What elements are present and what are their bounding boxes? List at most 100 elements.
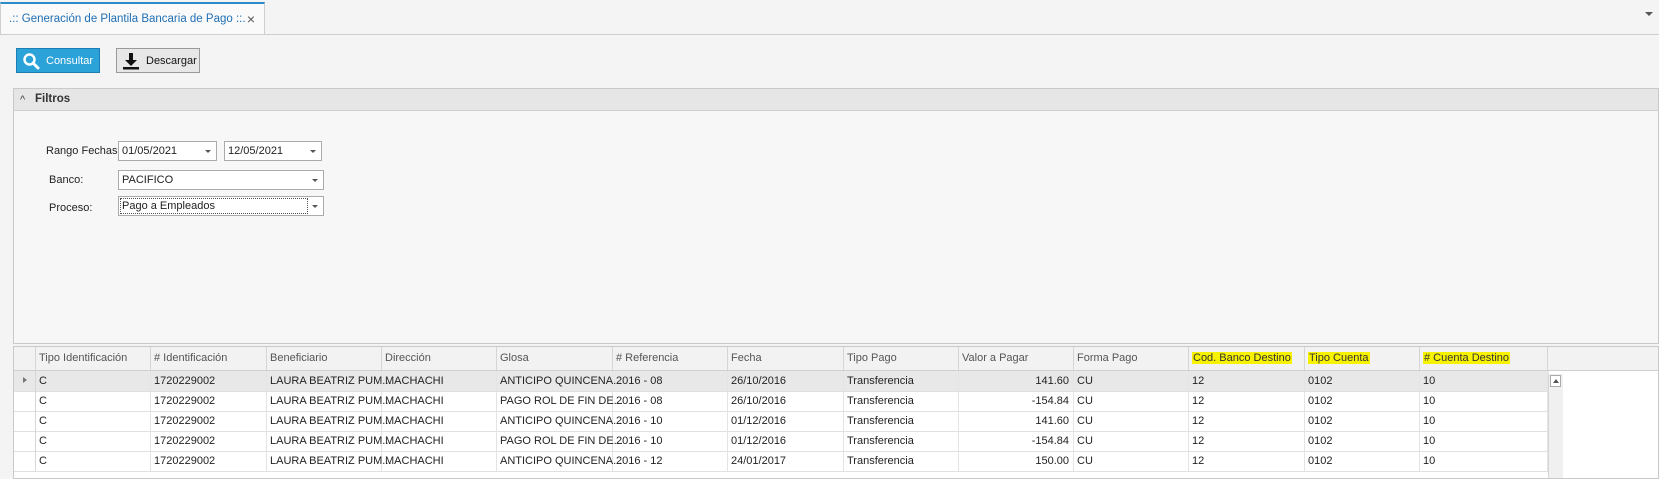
cell-direccion[interactable]: MACHACHI: [382, 391, 497, 411]
chevron-down-icon[interactable]: [312, 179, 318, 182]
row-indicator[interactable]: [14, 451, 36, 471]
cell-identificacion[interactable]: 1720229002: [151, 371, 267, 391]
table-row[interactable]: C 1720229002 LAURA BEATRIZ PUM... MACHACHI P…: [14, 431, 1549, 452]
table-row[interactable]: C 1720229002 LAURA BEATRIZ PUM... MACHACHI A…: [14, 451, 1549, 472]
cell-identificacion[interactable]: 1720229002: [151, 431, 267, 451]
fecha-hasta-input[interactable]: 12/05/2021: [224, 141, 322, 161]
cell-glosa[interactable]: PAGO ROL DE FIN DE...: [497, 391, 623, 411]
cell-cuenta-destino[interactable]: 10: [1420, 391, 1548, 411]
cell-beneficiario[interactable]: LAURA BEATRIZ PUM...: [267, 451, 391, 471]
row-indicator[interactable]: [14, 391, 36, 411]
column-header-tipo-pago[interactable]: Tipo Pago: [844, 347, 959, 370]
tab-generacion-plantilla[interactable]: .:: Generación de Plantila Bancaria de P…: [0, 2, 265, 34]
cell-tipo-identificacion[interactable]: C: [36, 451, 151, 471]
cell-tipo-identificacion[interactable]: C: [36, 391, 151, 411]
tab-menu-chevron-down-icon[interactable]: [1645, 12, 1653, 16]
cell-tipo-cuenta[interactable]: 0102: [1305, 391, 1420, 411]
cell-cod-banco-destino[interactable]: 12: [1189, 411, 1305, 431]
cell-direccion[interactable]: MACHACHI: [382, 451, 497, 471]
cell-valor-a-pagar[interactable]: 150.00: [959, 451, 1074, 471]
table-row[interactable]: C 1720229002 LAURA BEATRIZ PUM... MACHACHI A…: [14, 411, 1549, 432]
cell-tipo-identificacion[interactable]: C: [36, 371, 151, 391]
cell-cuenta-destino[interactable]: 10: [1420, 371, 1548, 391]
cell-forma-pago[interactable]: CU: [1074, 371, 1189, 391]
column-header-cuenta-destino[interactable]: # Cuenta Destino: [1420, 347, 1548, 370]
cell-cod-banco-destino[interactable]: 12: [1189, 431, 1305, 451]
cell-forma-pago[interactable]: CU: [1074, 391, 1189, 411]
column-header-fecha[interactable]: Fecha: [728, 347, 844, 370]
cell-beneficiario[interactable]: LAURA BEATRIZ PUM...: [267, 431, 391, 451]
column-header-tipo-identificacion[interactable]: Tipo Identificación: [36, 347, 151, 370]
cell-referencia[interactable]: 2016 - 10: [613, 411, 728, 431]
cell-fecha[interactable]: 01/12/2016: [728, 411, 844, 431]
table-row[interactable]: C 1720229002 LAURA BEATRIZ PUM... MACHACHI A…: [14, 371, 1549, 392]
column-header-direccion[interactable]: Dirección: [382, 347, 497, 370]
cell-tipo-identificacion[interactable]: C: [36, 431, 151, 451]
cell-beneficiario[interactable]: LAURA BEATRIZ PUM...: [267, 391, 391, 411]
row-indicator[interactable]: [14, 371, 36, 391]
cell-cuenta-destino[interactable]: 10: [1420, 451, 1548, 471]
column-header-glosa[interactable]: Glosa: [497, 347, 613, 370]
cell-tipo-identificacion[interactable]: C: [36, 411, 151, 431]
column-header-forma-pago[interactable]: Forma Pago: [1074, 347, 1189, 370]
column-header-cod-banco-destino[interactable]: Cod. Banco Destino: [1189, 347, 1305, 370]
cell-tipo-cuenta[interactable]: 0102: [1305, 371, 1420, 391]
cell-glosa[interactable]: ANTICIPO QUINCENA...: [497, 451, 622, 471]
cell-forma-pago[interactable]: CU: [1074, 451, 1189, 471]
table-row[interactable]: C 1720229002 LAURA BEATRIZ PUM... MACHACHI P…: [14, 391, 1549, 412]
cell-valor-a-pagar[interactable]: -154.84: [959, 431, 1074, 451]
close-icon[interactable]: ×: [247, 11, 255, 27]
cell-referencia[interactable]: 2016 - 12: [613, 451, 728, 471]
cell-tipo-pago[interactable]: Transferencia: [844, 431, 959, 451]
cell-glosa[interactable]: PAGO ROL DE FIN DE...: [497, 431, 623, 451]
cell-direccion[interactable]: MACHACHI: [382, 431, 497, 451]
consultar-button[interactable]: Consultar: [16, 48, 100, 73]
chevron-up-icon[interactable]: ^: [20, 94, 25, 106]
scroll-up-icon[interactable]: [1550, 375, 1561, 387]
cell-identificacion[interactable]: 1720229002: [151, 451, 267, 471]
cell-cod-banco-destino[interactable]: 12: [1189, 451, 1305, 471]
cell-identificacion[interactable]: 1720229002: [151, 411, 267, 431]
column-header-referencia[interactable]: # Referencia: [613, 347, 728, 370]
cell-cuenta-destino[interactable]: 10: [1420, 431, 1548, 451]
cell-valor-a-pagar[interactable]: 141.60: [959, 411, 1074, 431]
column-header-identificacion[interactable]: # Identificación: [151, 347, 267, 370]
vertical-scrollbar[interactable]: [1548, 374, 1563, 478]
cell-direccion[interactable]: MACHACHI: [382, 371, 497, 391]
cell-glosa[interactable]: ANTICIPO QUINCENA...: [497, 411, 622, 431]
cell-referencia[interactable]: 2016 - 08: [613, 391, 728, 411]
cell-tipo-cuenta[interactable]: 0102: [1305, 411, 1420, 431]
cell-cod-banco-destino[interactable]: 12: [1189, 391, 1305, 411]
cell-referencia[interactable]: 2016 - 08: [613, 371, 728, 391]
cell-glosa[interactable]: ANTICIPO QUINCENA...: [497, 371, 622, 391]
chevron-down-icon[interactable]: [310, 150, 316, 153]
column-header-beneficiario[interactable]: Beneficiario: [267, 347, 382, 370]
descargar-button[interactable]: Descargar: [116, 48, 200, 73]
cell-cod-banco-destino[interactable]: 12: [1189, 371, 1305, 391]
cell-tipo-pago[interactable]: Transferencia: [844, 371, 959, 391]
cell-tipo-cuenta[interactable]: 0102: [1305, 431, 1420, 451]
row-indicator[interactable]: [14, 431, 36, 451]
cell-valor-a-pagar[interactable]: -154.84: [959, 391, 1074, 411]
column-header-valor-a-pagar[interactable]: Valor a Pagar: [959, 347, 1074, 370]
cell-valor-a-pagar[interactable]: 141.60: [959, 371, 1074, 391]
row-indicator[interactable]: [14, 411, 36, 431]
cell-forma-pago[interactable]: CU: [1074, 431, 1189, 451]
chevron-down-icon[interactable]: [312, 205, 318, 208]
banco-select[interactable]: PACIFICO: [118, 170, 324, 190]
filters-header[interactable]: ^ Filtros: [14, 89, 1658, 111]
cell-fecha[interactable]: 26/10/2016: [728, 371, 844, 391]
cell-beneficiario[interactable]: LAURA BEATRIZ PUM...: [267, 371, 391, 391]
cell-identificacion[interactable]: 1720229002: [151, 391, 267, 411]
cell-fecha[interactable]: 24/01/2017: [728, 451, 844, 471]
cell-tipo-pago[interactable]: Transferencia: [844, 391, 959, 411]
proceso-select[interactable]: Pago a Empleados: [118, 196, 324, 216]
column-header-tipo-cuenta[interactable]: Tipo Cuenta: [1305, 347, 1420, 370]
cell-tipo-pago[interactable]: Transferencia: [844, 451, 959, 471]
cell-direccion[interactable]: MACHACHI: [382, 411, 497, 431]
cell-fecha[interactable]: 01/12/2016: [728, 431, 844, 451]
cell-forma-pago[interactable]: CU: [1074, 411, 1189, 431]
fecha-desde-input[interactable]: 01/05/2021: [118, 141, 217, 161]
cell-fecha[interactable]: 26/10/2016: [728, 391, 844, 411]
cell-beneficiario[interactable]: LAURA BEATRIZ PUM...: [267, 411, 391, 431]
